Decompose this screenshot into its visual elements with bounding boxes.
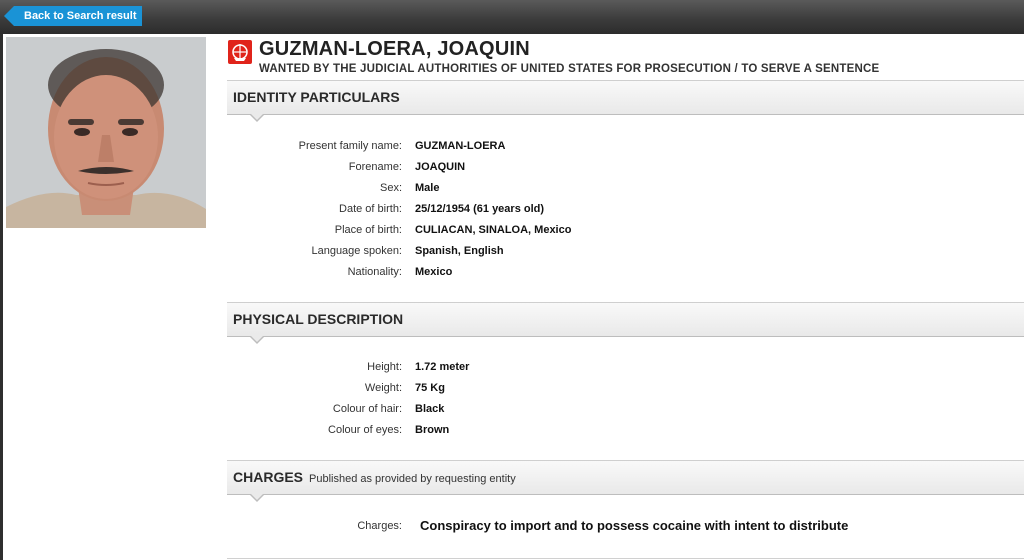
physical-row-hair-colour: Colour of hair: Black <box>227 399 1024 420</box>
field-label: Sex: <box>379 182 402 194</box>
charges-value: Conspiracy to import and to possess coca… <box>420 518 849 533</box>
mugshot-photo <box>6 37 206 228</box>
field-value: Brown <box>415 424 450 436</box>
field-label: Weight: <box>364 382 402 394</box>
field-value: 75 Kg <box>415 382 445 394</box>
identity-row-family-name: Present family name: GUZMAN-LOERA <box>227 136 1024 157</box>
identity-row-date-of-birth: Date of birth: 25/12/1954 (61 years old) <box>227 199 1024 220</box>
top-bar: Back to Search result <box>0 0 1024 34</box>
field-label: Colour of hair: <box>332 403 402 415</box>
notice-subtitle: WANTED BY THE JUDICIAL AUTHORITIES OF UN… <box>259 63 880 75</box>
interpol-logo-icon <box>228 40 252 64</box>
field-label: Colour of eyes: <box>328 424 402 436</box>
field-label: Height: <box>367 361 402 373</box>
field-value: 1.72 meter <box>415 361 470 373</box>
charges-note: Published as provided by requesting enti… <box>309 473 516 485</box>
field-label: Language spoken: <box>311 245 402 257</box>
section-notch <box>249 493 265 502</box>
field-label: Charges: <box>357 520 402 532</box>
section-identity-particulars: IDENTITY PARTICULARS <box>227 80 1024 122</box>
field-value: GUZMAN-LOERA <box>415 140 506 152</box>
section-title: IDENTITY PARTICULARS <box>233 89 400 105</box>
field-value: Male <box>415 182 440 194</box>
physical-row-weight: Weight: 75 Kg <box>227 378 1024 399</box>
field-value: CULIACAN, SINALOA, Mexico <box>415 224 572 236</box>
field-label: Place of birth: <box>334 224 402 236</box>
field-label: Present family name: <box>298 140 402 152</box>
section-physical-description: PHYSICAL DESCRIPTION <box>227 302 1024 344</box>
identity-row-language: Language spoken: Spanish, English <box>227 241 1024 262</box>
section-title: CHARGES Published as provided by requesti… <box>233 469 516 485</box>
field-label: Forename: <box>348 161 402 173</box>
back-to-search-button[interactable]: Back to Search result <box>4 6 142 26</box>
identity-row-forename: Forename: JOAQUIN <box>227 157 1024 178</box>
field-label: Date of birth: <box>339 203 402 215</box>
field-value: Spanish, English <box>415 245 504 257</box>
charges-row: Charges: Conspiracy to import and to pos… <box>227 516 1024 537</box>
section-notch <box>249 113 265 122</box>
field-value: Black <box>415 403 445 415</box>
field-label: Nationality: <box>347 266 402 278</box>
field-value: Mexico <box>415 266 453 278</box>
section-charges: CHARGES Published as provided by requesti… <box>227 460 1024 502</box>
field-value: JOAQUIN <box>415 161 466 173</box>
physical-row-height: Height: 1.72 meter <box>227 357 1024 378</box>
identity-row-place-of-birth: Place of birth: CULIACAN, SINALOA, Mexic… <box>227 220 1024 241</box>
notice-panel: GUZMAN-LOERA, JOAQUIN WANTED BY THE JUDI… <box>3 34 1024 560</box>
charges-heading: CHARGES <box>233 469 304 485</box>
section-notch <box>249 335 265 344</box>
divider <box>227 558 1024 559</box>
field-value: 25/12/1954 (61 years old) <box>415 203 545 215</box>
section-title: PHYSICAL DESCRIPTION <box>233 311 404 327</box>
physical-row-eye-colour: Colour of eyes: Brown <box>227 420 1024 441</box>
identity-row-sex: Sex: Male <box>227 178 1024 199</box>
wanted-person-name: GUZMAN-LOERA, JOAQUIN <box>259 38 530 60</box>
identity-row-nationality: Nationality: Mexico <box>227 262 1024 283</box>
